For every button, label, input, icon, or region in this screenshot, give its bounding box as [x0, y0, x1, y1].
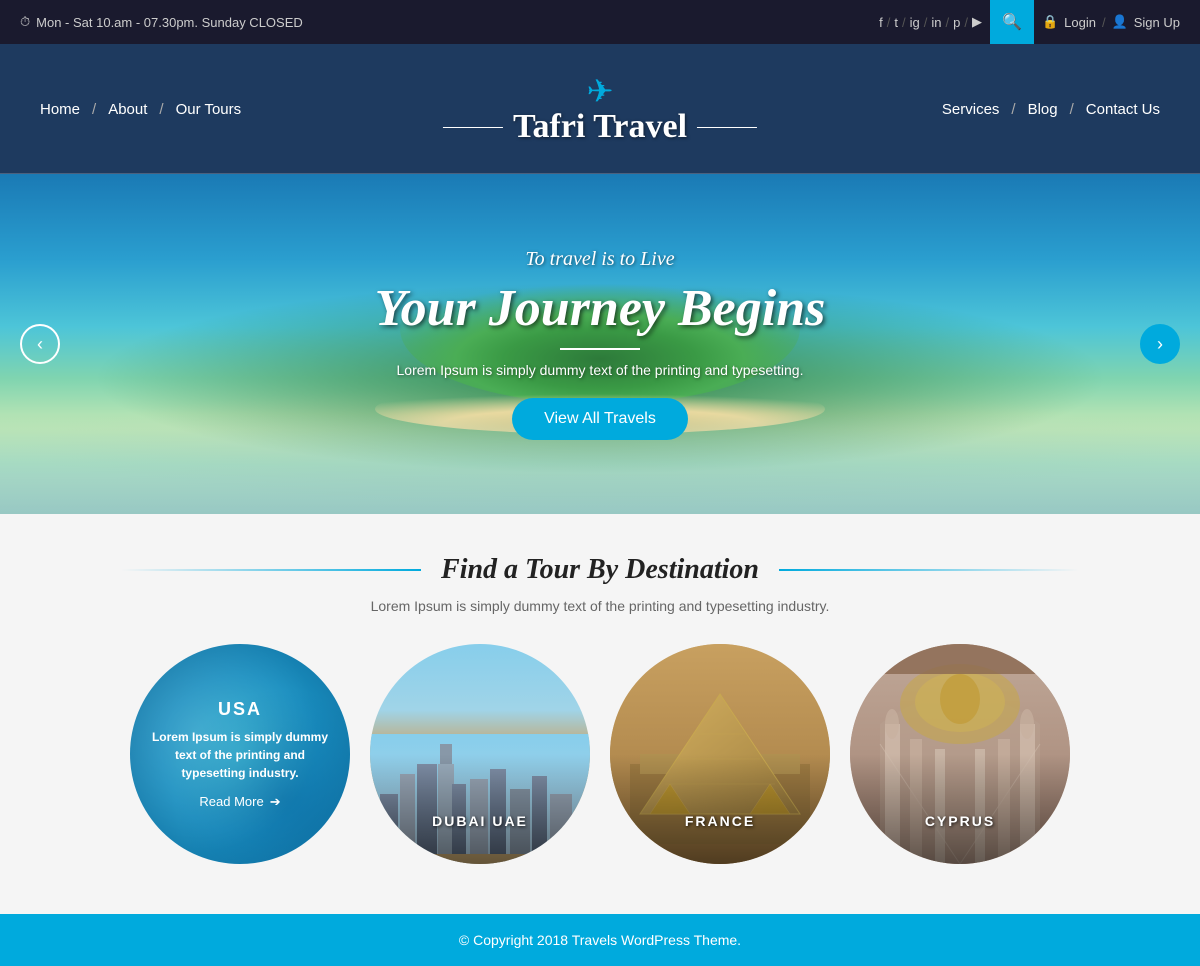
hero-subtitle: To travel is to Live	[375, 248, 826, 271]
destinations-grid: USA Lorem Ipsum is simply dummy text of …	[40, 644, 1160, 864]
cyprus-background	[850, 644, 1070, 864]
business-hours: Mon - Sat 10.am - 07.30pm. Sunday CLOSED	[36, 15, 303, 30]
login-link[interactable]: Login	[1064, 15, 1096, 30]
copyright-text: © Copyright 2018 Travels WordPress Theme…	[459, 932, 741, 948]
youtube-icon[interactable]: ▶	[972, 14, 982, 30]
carousel-prev-button[interactable]: ‹	[20, 324, 60, 364]
destination-dubai[interactable]: DUBAI UAE	[370, 644, 590, 864]
nav-our-tours[interactable]: Our Tours	[176, 101, 242, 118]
pinterest-icon[interactable]: p	[953, 15, 960, 30]
facebook-icon[interactable]: f	[879, 15, 883, 30]
destination-cyprus[interactable]: CYPRUS	[850, 644, 1070, 864]
top-bar-right: f / t / ig / in / p / ▶ 🔍 🔒 Login / 👤 Si…	[879, 0, 1180, 44]
logo-text[interactable]: Tafri Travel	[513, 108, 687, 146]
logo-line-left	[443, 127, 503, 128]
section-title: Find a Tour By Destination	[441, 554, 759, 586]
hero-content: To travel is to Live Your Journey Begins…	[375, 248, 826, 440]
destinations-section: Find a Tour By Destination Lorem Ipsum i…	[0, 514, 1200, 914]
nav-contact-us[interactable]: Contact Us	[1086, 101, 1160, 118]
section-line-left	[121, 569, 421, 571]
user-icon: 👤	[1112, 14, 1128, 30]
view-travels-button[interactable]: View All Travels	[512, 398, 688, 440]
section-header: Find a Tour By Destination	[40, 554, 1160, 586]
nav-about[interactable]: About	[108, 101, 147, 118]
instagram-icon[interactable]: ig	[910, 15, 920, 30]
hero-divider	[560, 348, 640, 350]
arrow-right-icon: ➔	[270, 794, 281, 810]
logo-line-right	[697, 127, 757, 128]
nav-left: Home / About / Our Tours	[40, 101, 241, 118]
carousel-next-button[interactable]: ›	[1140, 324, 1180, 364]
twitter-icon[interactable]: t	[894, 15, 898, 30]
search-button[interactable]: 🔍	[990, 0, 1034, 44]
hero-description: Lorem Ipsum is simply dummy text of the …	[375, 362, 826, 378]
signup-link[interactable]: Sign Up	[1134, 15, 1180, 30]
logo-icon: ✈	[587, 72, 614, 110]
hours-info: ⏱ Mon - Sat 10.am - 07.30pm. Sunday CLOS…	[20, 14, 303, 30]
social-links: f / t / ig / in / p / ▶	[879, 14, 982, 30]
top-bar: ⏱ Mon - Sat 10.am - 07.30pm. Sunday CLOS…	[0, 0, 1200, 44]
hero-section: ‹ To travel is to Live Your Journey Begi…	[0, 174, 1200, 514]
france-label: FRANCE	[685, 813, 755, 829]
france-pyramid	[610, 644, 830, 864]
nav-home[interactable]: Home	[40, 101, 80, 118]
france-background	[610, 644, 830, 864]
footer: © Copyright 2018 Travels WordPress Theme…	[0, 914, 1200, 966]
read-more-label: Read More	[199, 794, 263, 809]
nav-blog[interactable]: Blog	[1028, 101, 1058, 118]
auth-links: 🔒 Login / 👤 Sign Up	[1042, 14, 1180, 30]
nav-services[interactable]: Services	[942, 101, 1000, 118]
lock-icon: 🔒	[1042, 14, 1058, 30]
destination-usa[interactable]: USA Lorem Ipsum is simply dummy text of …	[130, 644, 350, 864]
usa-read-more[interactable]: Read More ➔	[199, 794, 280, 810]
usa-name: USA	[218, 699, 262, 720]
logo-lines: Tafri Travel	[443, 108, 757, 146]
dubai-background	[370, 644, 590, 864]
destination-france[interactable]: FRANCE	[610, 644, 830, 864]
cyprus-label: CYPRUS	[925, 813, 995, 829]
clock-icon: ⏱	[20, 14, 30, 30]
logo-area: ✈ Tafri Travel	[443, 72, 757, 146]
dubai-label: DUBAI UAE	[432, 813, 528, 829]
hero-title: Your Journey Begins	[375, 279, 826, 338]
linkedin-icon[interactable]: in	[931, 15, 941, 30]
header: Home / About / Our Tours ✈ Tafri Travel …	[0, 44, 1200, 174]
nav-right: Services / Blog / Contact Us	[942, 101, 1160, 118]
section-line-right	[779, 569, 1079, 571]
usa-description: Lorem Ipsum is simply dummy text of the …	[130, 728, 350, 782]
dubai-skyline	[370, 734, 590, 864]
section-description: Lorem Ipsum is simply dummy text of the …	[40, 598, 1160, 614]
cyprus-church	[850, 644, 1070, 864]
